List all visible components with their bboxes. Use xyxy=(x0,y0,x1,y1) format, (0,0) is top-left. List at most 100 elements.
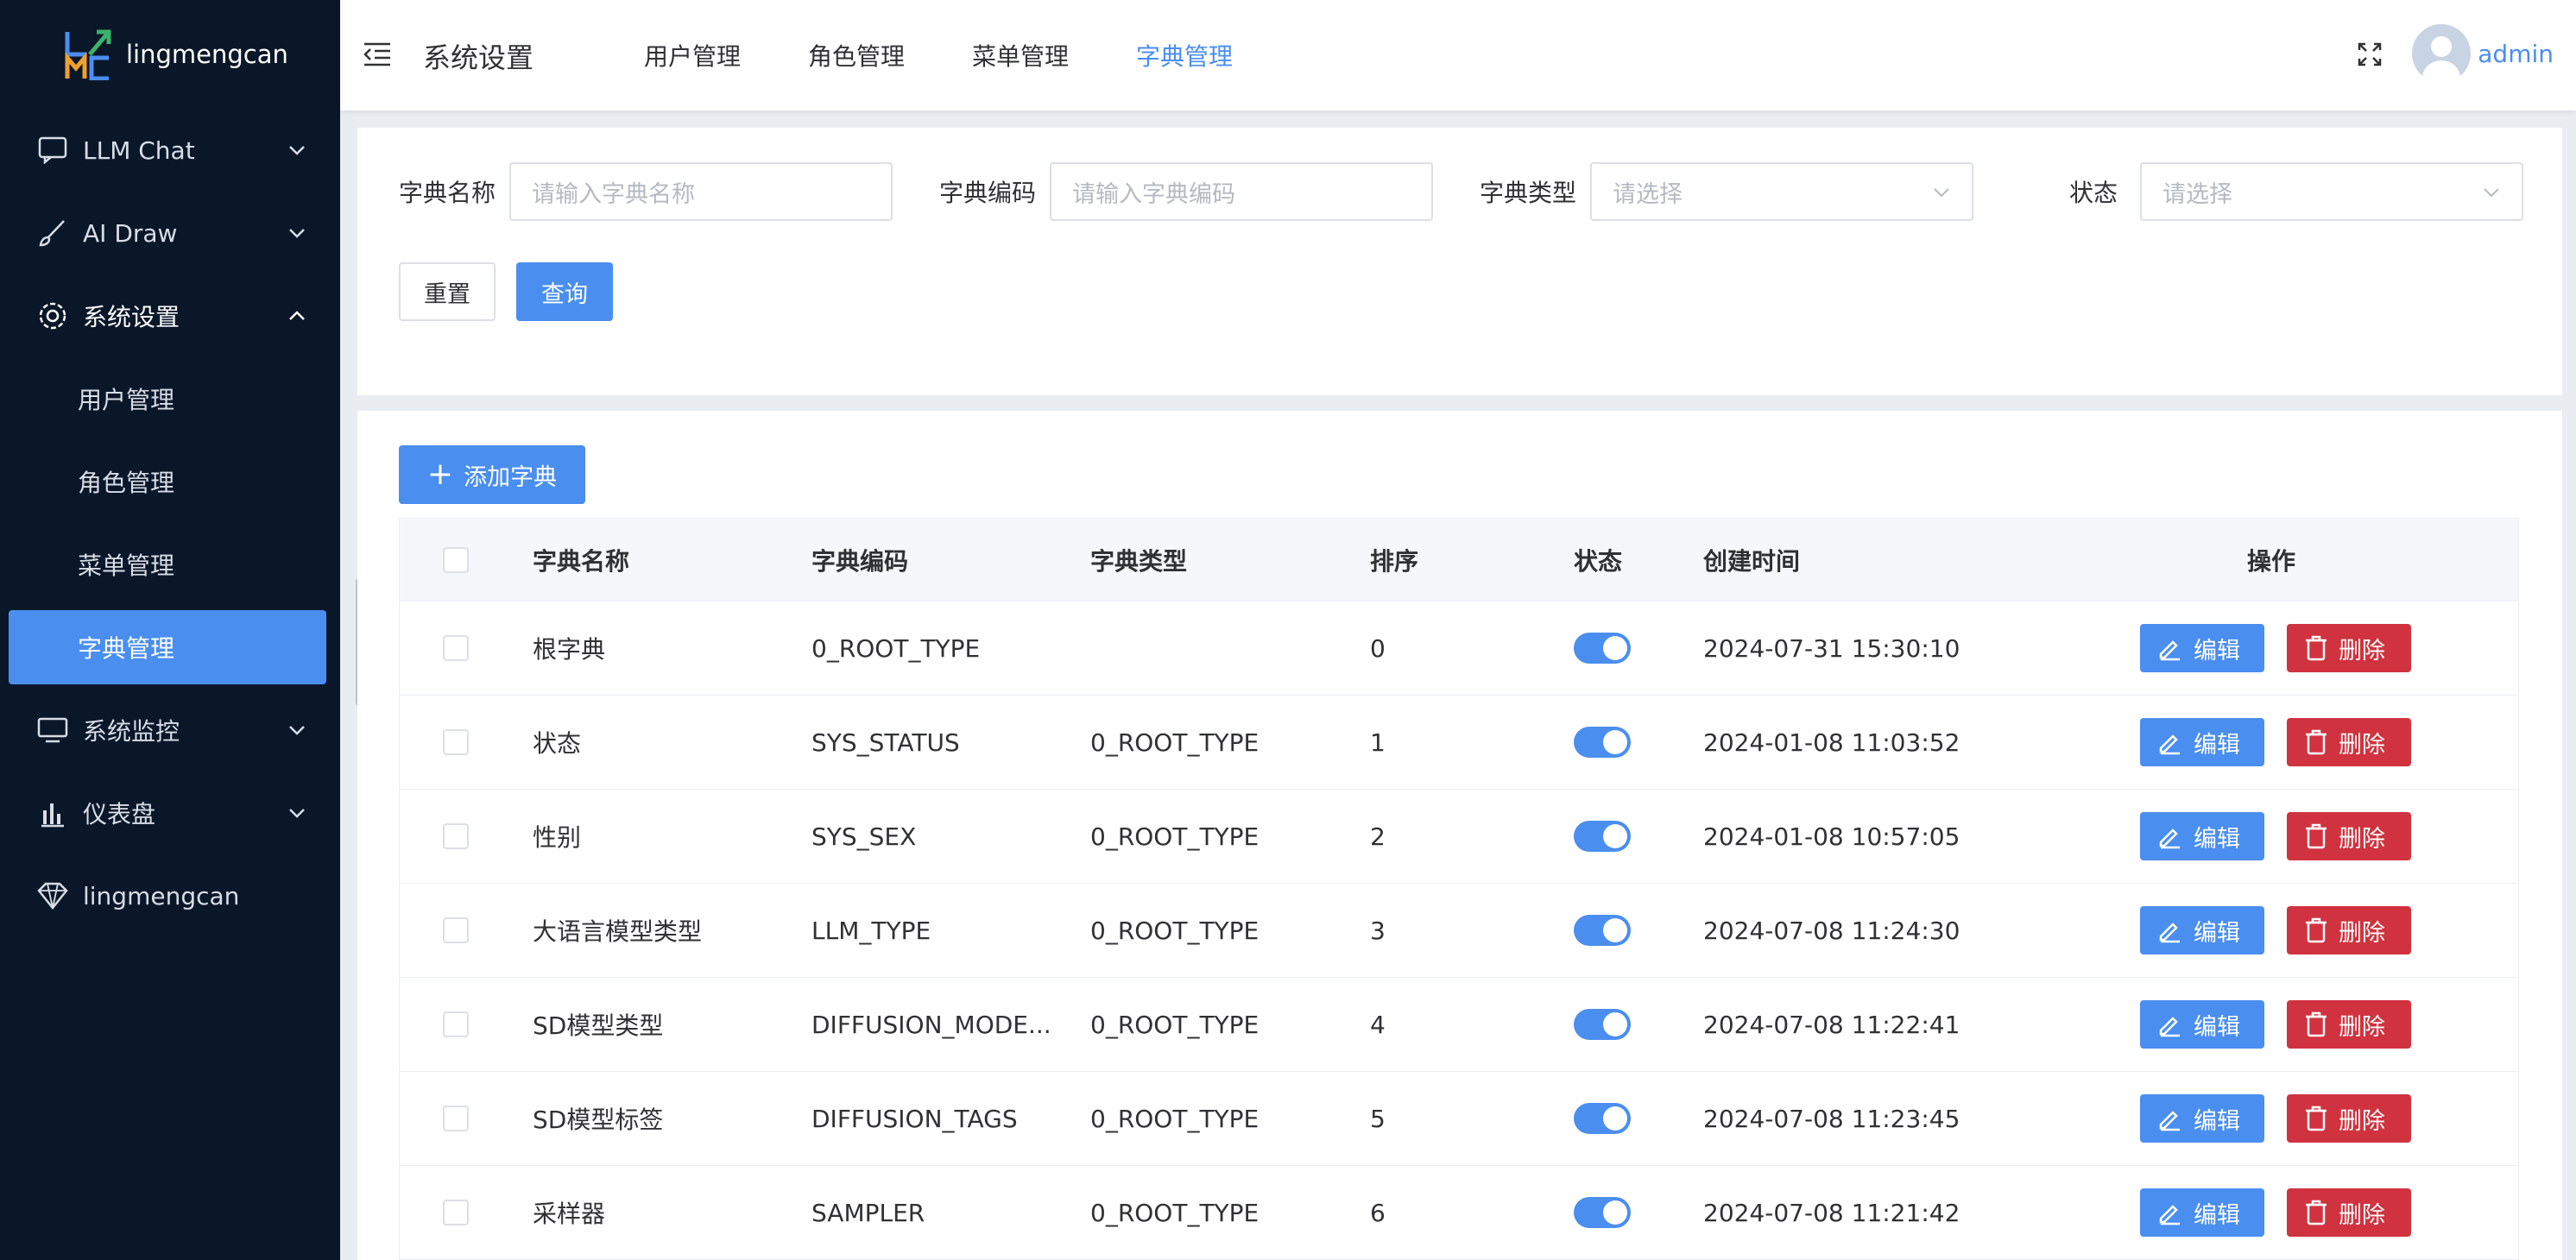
sidebar-item-ai-draw[interactable]: AI Draw xyxy=(0,192,340,274)
row-checkbox[interactable] xyxy=(443,1106,469,1131)
delete-label: 删除 xyxy=(2339,637,2385,665)
status-placeholder: 请选择 xyxy=(2162,180,2233,208)
sidebar-subitem-menus[interactable]: 菜单管理 xyxy=(0,523,340,606)
status-toggle[interactable] xyxy=(1574,633,1631,664)
cell-time: 2024-07-31 15:30:10 xyxy=(1703,633,1960,663)
top-header: 系统设置 用户管理 角色管理 菜单管理 字典管理 admin xyxy=(340,0,2576,110)
edit-button[interactable]: 编辑 xyxy=(2140,624,2264,672)
chevron-down-icon xyxy=(289,809,305,818)
sidebar-item-lingmengcan[interactable]: lingmengcan xyxy=(0,854,340,937)
cell-type: 0_ROOT_TYPE xyxy=(1090,822,1260,851)
sidebar-subitem-users[interactable]: 用户管理 xyxy=(0,357,340,440)
edit-button[interactable]: 编辑 xyxy=(2140,906,2264,954)
edit-button[interactable]: 编辑 xyxy=(2140,1094,2264,1143)
add-dict-button[interactable]: + 添加字典 xyxy=(399,445,585,504)
cell-name: 大语言模型类型 xyxy=(533,917,703,946)
dict-name-input[interactable]: 请输入字典名称 xyxy=(509,162,893,221)
sidebar-item-label: AI Draw xyxy=(83,218,178,248)
table-row: 状态 SYS_STATUS 0_ROOT_TYPE 1 2024-01-08 1… xyxy=(400,696,2518,790)
sidebar-item-dashboard[interactable]: 仪表盘 xyxy=(0,772,340,854)
table-row: 采样器 SAMPLER 0_ROOT_TYPE 6 2024-07-08 11:… xyxy=(400,1166,2518,1260)
col-type: 字典类型 xyxy=(1090,546,1188,576)
col-name: 字典名称 xyxy=(533,546,630,576)
cell-time: 2024-07-08 11:22:41 xyxy=(1703,1010,1960,1039)
cell-type: 0_ROOT_TYPE xyxy=(1090,916,1260,945)
delete-label: 删除 xyxy=(2339,1201,2385,1229)
brand[interactable]: lingmengcan xyxy=(0,0,340,109)
cell-time: 2024-01-08 10:57:05 xyxy=(1703,822,1960,851)
edit-label: 编辑 xyxy=(2194,1107,2240,1135)
plus-icon: + xyxy=(426,457,454,492)
select-all-checkbox[interactable] xyxy=(443,546,469,573)
status-toggle[interactable] xyxy=(1574,1103,1631,1134)
delete-button[interactable]: 删除 xyxy=(2287,906,2411,954)
sidebar-item-system-monitor[interactable]: 系统监控 xyxy=(0,689,340,772)
cell-time: 2024-07-08 11:21:42 xyxy=(1703,1198,1960,1227)
edit-button[interactable]: 编辑 xyxy=(2140,812,2264,860)
edit-label: 编辑 xyxy=(2194,731,2240,759)
sidebar-subitem-dict[interactable]: 字典管理 xyxy=(9,610,326,684)
sidebar-item-system-settings[interactable]: 系统设置 xyxy=(0,274,340,357)
cell-type: 0_ROOT_TYPE xyxy=(1090,728,1260,757)
row-checkbox[interactable] xyxy=(443,917,469,943)
status-toggle[interactable] xyxy=(1574,821,1631,852)
table-row: 根字典 0_ROOT_TYPE 0 2024-07-31 15:30:10 编辑… xyxy=(400,602,2518,696)
nav-users[interactable]: 用户管理 xyxy=(644,38,741,72)
delete-button[interactable]: 删除 xyxy=(2287,1094,2411,1143)
search-field-name: 字典名称 请输入字典名称 xyxy=(399,162,893,221)
fullscreen-icon[interactable] xyxy=(2357,41,2383,67)
table-header: 字典名称 字典编码 字典类型 排序 状态 创建时间 操作 xyxy=(400,519,2518,602)
edit-button[interactable]: 编辑 xyxy=(2140,718,2264,766)
reset-button[interactable]: 重置 xyxy=(399,262,496,321)
user-menu[interactable]: admin xyxy=(2412,24,2554,83)
row-checkbox[interactable] xyxy=(443,729,469,755)
row-checkbox[interactable] xyxy=(443,635,469,661)
delete-button[interactable]: 删除 xyxy=(2287,718,2411,766)
status-toggle[interactable] xyxy=(1574,727,1631,758)
cell-code: DIFFUSION_TAGS xyxy=(811,1104,1018,1133)
nav-menus[interactable]: 菜单管理 xyxy=(972,38,1069,72)
menu-fold-icon[interactable] xyxy=(363,41,392,67)
cell-name: 采样器 xyxy=(533,1200,606,1228)
status-select[interactable]: 请选择 xyxy=(2140,162,2524,221)
sidebar-item-llm-chat[interactable]: LLM Chat xyxy=(0,109,340,192)
code-label: 字典编码 xyxy=(939,179,1037,207)
search-field-status: 状态 请选择 xyxy=(2069,162,2524,221)
add-dict-label: 添加字典 xyxy=(464,463,558,491)
cell-sort: 5 xyxy=(1370,1104,1386,1133)
status-toggle[interactable] xyxy=(1574,1197,1631,1228)
nav-roles[interactable]: 角色管理 xyxy=(808,38,905,72)
trash-icon xyxy=(2306,635,2327,661)
query-button[interactable]: 查询 xyxy=(516,262,613,321)
chevron-down-icon xyxy=(289,726,305,735)
chevron-up-icon xyxy=(289,311,305,320)
delete-button[interactable]: 删除 xyxy=(2287,624,2411,672)
edit-icon xyxy=(2159,1205,2180,1225)
edit-button[interactable]: 编辑 xyxy=(2140,1188,2264,1237)
dict-code-input[interactable]: 请输入字典编码 xyxy=(1050,162,1434,221)
row-checkbox[interactable] xyxy=(443,823,469,849)
sidebar-subitem-roles[interactable]: 角色管理 xyxy=(0,440,340,523)
row-checkbox[interactable] xyxy=(443,1011,469,1037)
brush-icon xyxy=(36,217,69,249)
status-toggle[interactable] xyxy=(1574,915,1631,946)
sidebar-item-label: LLM Chat xyxy=(83,135,195,165)
diamond-icon xyxy=(36,879,69,912)
edit-icon xyxy=(2159,640,2180,661)
nav-dict[interactable]: 字典管理 xyxy=(1136,38,1233,72)
dict-type-select[interactable]: 请选择 xyxy=(1590,162,1974,221)
search-panel: 字典名称 请输入字典名称 字典编码 请输入字典编码 字典类型 请选择 状态 请选… xyxy=(357,128,2562,395)
delete-button[interactable]: 删除 xyxy=(2287,1000,2411,1049)
trash-icon xyxy=(2306,1200,2327,1225)
edit-button[interactable]: 编辑 xyxy=(2140,1000,2264,1049)
bar-chart-icon xyxy=(36,797,69,829)
dict-code-placeholder: 请输入字典编码 xyxy=(1072,180,1236,208)
delete-button[interactable]: 删除 xyxy=(2287,1188,2411,1237)
status-toggle[interactable] xyxy=(1574,1009,1631,1040)
status-label: 状态 xyxy=(2069,179,2118,207)
row-checkbox[interactable] xyxy=(443,1200,469,1225)
col-sort: 排序 xyxy=(1370,546,1419,576)
delete-button[interactable]: 删除 xyxy=(2287,812,2411,860)
type-label: 字典类型 xyxy=(1480,179,1577,207)
cell-code: SAMPLER xyxy=(811,1198,925,1227)
